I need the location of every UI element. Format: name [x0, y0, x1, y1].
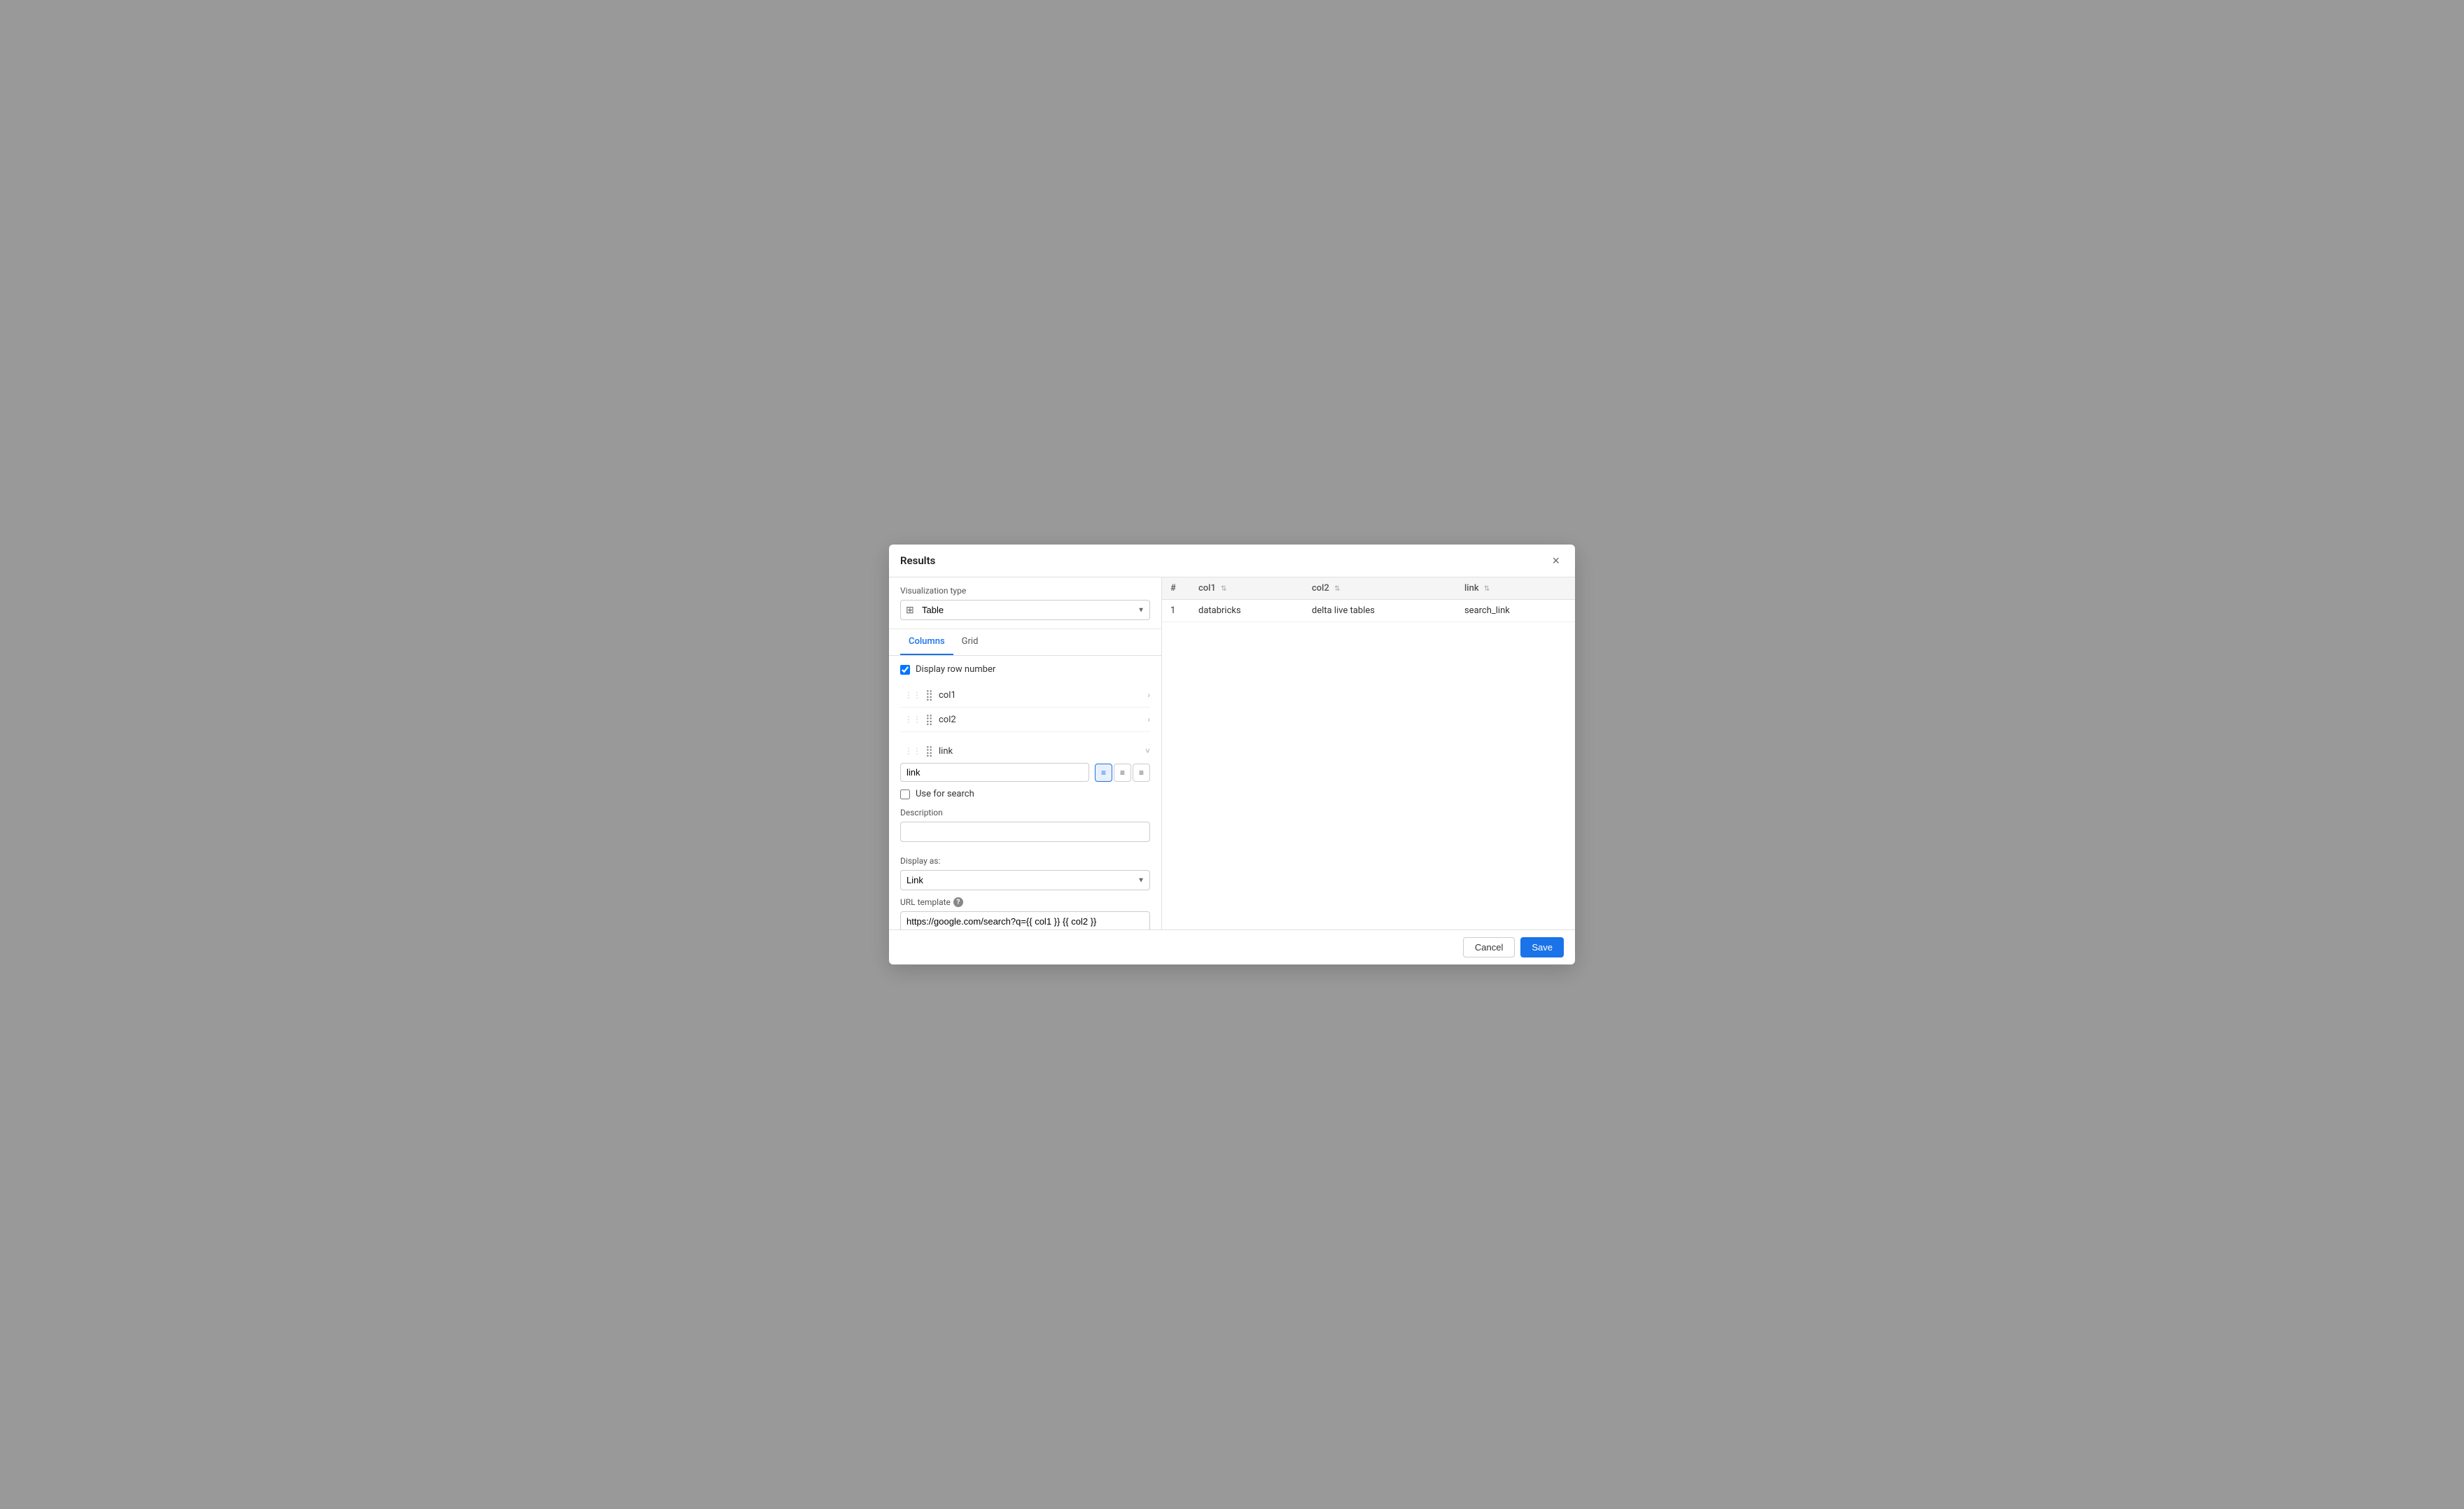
- modal-title: Results: [900, 554, 935, 567]
- link-name: link: [939, 746, 1145, 757]
- display-row-number-label: Display row number: [916, 664, 995, 675]
- url-template-help-icon[interactable]: ?: [953, 897, 963, 907]
- save-button[interactable]: Save: [1520, 937, 1564, 957]
- use-for-search-label: Use for search: [916, 789, 974, 799]
- viz-type-section: Visualization type ⊞ Table Chart Counter…: [889, 577, 1161, 629]
- align-buttons: ≡ ≡ ≡: [1095, 764, 1150, 782]
- column-item-col2[interactable]: ⋮⋮ ⣿ col2 ›: [900, 708, 1150, 732]
- modal-header: Results ×: [889, 545, 1575, 577]
- left-content: Display row number ⋮⋮ ⣿ col1 ›: [889, 656, 1161, 929]
- use-for-search-checkbox[interactable]: [900, 789, 910, 799]
- drag-handle-link: ⋮⋮: [900, 746, 925, 756]
- right-panel: # col1 ⇅ col2 ⇅ link: [1162, 577, 1575, 929]
- tab-grid[interactable]: Grid: [953, 629, 987, 655]
- display-row-number-checkbox[interactable]: [900, 665, 910, 675]
- column-item-col1[interactable]: ⋮⋮ ⣿ col1 ›: [900, 683, 1150, 708]
- link-name-input[interactable]: [900, 763, 1089, 782]
- table-header-row: # col1 ⇅ col2 ⇅ link: [1162, 577, 1575, 600]
- tab-columns[interactable]: Columns: [900, 629, 953, 655]
- viz-type-select-wrapper: ⊞ Table Chart Counter ▼: [900, 600, 1150, 620]
- col1-chevron-icon: ›: [1147, 690, 1150, 700]
- col1-name: col1: [939, 690, 1147, 701]
- link-sort-icon: ⇅: [1484, 585, 1490, 593]
- url-template-input[interactable]: [900, 911, 1150, 929]
- description-input[interactable]: [900, 822, 1150, 842]
- col2-chevron-icon: ›: [1147, 715, 1150, 724]
- tabs-row: Columns Grid: [889, 629, 1161, 656]
- cell-col2-1: delta live tables: [1303, 600, 1456, 622]
- use-for-search-row: Use for search: [900, 789, 1150, 799]
- drag-handle-col2: ⋮⋮: [900, 715, 925, 724]
- modal: Results × Visualization type ⊞ Table Cha…: [889, 545, 1575, 964]
- cancel-button[interactable]: Cancel: [1463, 937, 1515, 957]
- description-label: Description: [900, 808, 1150, 817]
- modal-footer: Cancel Save: [889, 929, 1575, 964]
- url-template-label: URL template: [900, 897, 951, 907]
- link-name-align-row: ≡ ≡ ≡: [900, 763, 1150, 782]
- align-center-button[interactable]: ≡: [1114, 764, 1131, 782]
- modal-overlay: Results × Visualization type ⊞ Table Cha…: [0, 0, 2464, 1509]
- header-hash: #: [1162, 577, 1190, 600]
- display-as-select-wrapper: Link Text Image ▼: [900, 870, 1150, 890]
- link-type-icon: ⣿: [925, 745, 933, 757]
- table-icon: ⊞: [906, 605, 914, 616]
- left-panel: Visualization type ⊞ Table Chart Counter…: [889, 577, 1162, 929]
- col2-name: col2: [939, 715, 1147, 725]
- col2-type-icon: ⣿: [925, 713, 933, 726]
- col2-sort-icon: ⇅: [1334, 585, 1340, 593]
- cell-col1-1: databricks: [1190, 600, 1303, 622]
- column-list: ⋮⋮ ⣿ col1 › ⋮⋮ ⣿ col2 ›: [900, 683, 1150, 929]
- data-table: # col1 ⇅ col2 ⇅ link: [1162, 577, 1575, 622]
- drag-handle-col1: ⋮⋮: [900, 690, 925, 700]
- modal-body: Visualization type ⊞ Table Chart Counter…: [889, 577, 1575, 929]
- link-chevron-icon: ˅: [1145, 746, 1150, 756]
- close-button[interactable]: ×: [1548, 553, 1564, 568]
- row-num-1: 1: [1162, 600, 1190, 622]
- col1-sort-icon: ⇅: [1221, 585, 1226, 593]
- viz-type-select[interactable]: Table Chart Counter: [900, 600, 1150, 620]
- link-column-header[interactable]: ⋮⋮ ⣿ link ˅: [900, 739, 1150, 763]
- align-left-button[interactable]: ≡: [1095, 764, 1112, 782]
- table-row: 1 databricks delta live tables search_li…: [1162, 600, 1575, 622]
- url-template-section: URL template ?: [900, 897, 1150, 929]
- display-as-section: Display as: Link Text Image ▼: [900, 856, 1150, 890]
- cell-link-1[interactable]: search_link: [1456, 600, 1575, 622]
- display-as-select[interactable]: Link Text Image: [900, 870, 1150, 890]
- column-item-link: ⋮⋮ ⣿ link ˅ ≡ ≡ ≡: [900, 732, 1150, 929]
- description-section: Description: [900, 808, 1150, 849]
- header-col2: col2 ⇅: [1303, 577, 1456, 600]
- display-row-number-row: Display row number: [900, 664, 1150, 675]
- display-as-label: Display as:: [900, 856, 1150, 866]
- header-col1: col1 ⇅: [1190, 577, 1303, 600]
- col1-type-icon: ⣿: [925, 689, 933, 701]
- viz-type-label: Visualization type: [900, 586, 1150, 596]
- url-template-label-row: URL template ?: [900, 897, 1150, 907]
- align-right-button[interactable]: ≡: [1133, 764, 1150, 782]
- header-link: link ⇅: [1456, 577, 1575, 600]
